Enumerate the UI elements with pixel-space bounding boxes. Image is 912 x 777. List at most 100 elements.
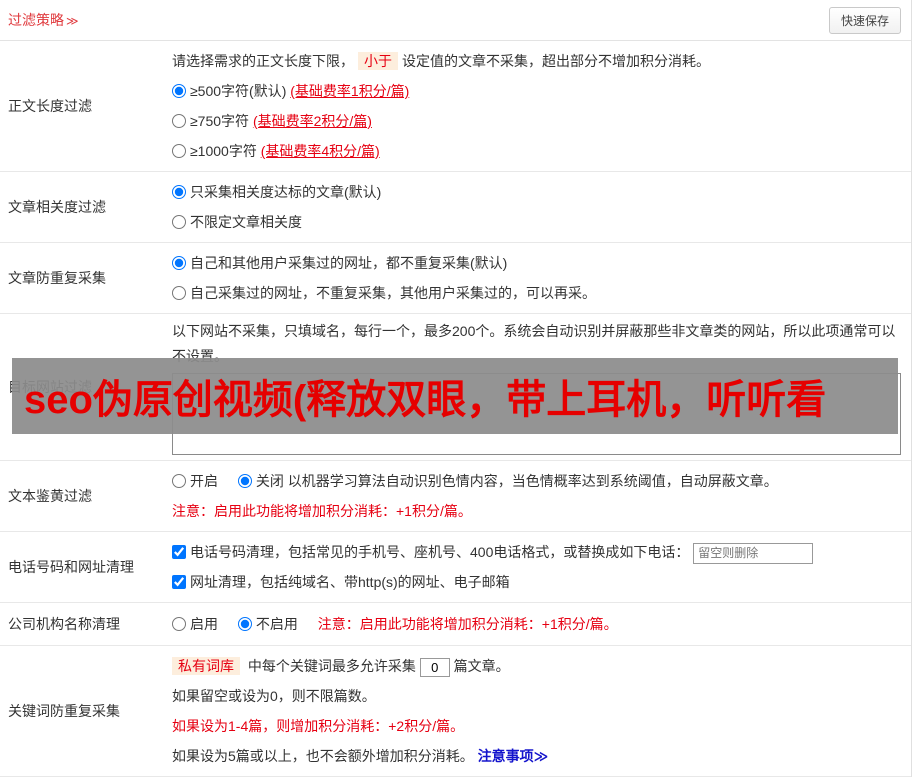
keyword-count-input[interactable] — [419, 657, 450, 677]
url-clean-text: 网址清理，包括纯域名、带http(s)的网址、电子邮箱 — [190, 574, 510, 590]
phone-clean-row: 电话号码清理，包括常见的手机号、座机号、400电话格式，或替换成如下电话： — [172, 537, 901, 567]
keyword-limit-text: 中每个关键词最多允许采集 — [244, 658, 420, 674]
keyword-label: 关键词防重复采集 — [8, 703, 120, 719]
phone-url-content: 电话号码清理，包括常见的手机号、座机号、400电话格式，或替换成如下电话： 网址… — [172, 537, 911, 597]
radio-dedup-global[interactable] — [172, 256, 186, 270]
url-clean-row: 网址清理，包括纯域名、带http(s)的网址、电子邮箱 — [172, 567, 901, 597]
less-than-highlight: 小于 — [358, 52, 398, 70]
company-option-row: 启用 不启用 注意：启用此功能将增加积分消耗：+1积分/篇。 — [172, 609, 901, 639]
row-keyword-dedup: 关键词防重复采集 私有词库 中每个关键词最多允许采集 篇文章。 如果留空或设为0… — [0, 646, 911, 777]
row-relevance: 文章相关度过滤 只采集相关度达标的文章(默认) 不限定文章相关度 — [0, 172, 911, 243]
content-length-option-row: ≥1000字符 (基础费率4积分/篇) — [172, 136, 901, 166]
radio-relevance-any-label: 不限定文章相关度 — [190, 214, 302, 230]
company-note: 注意：启用此功能将增加积分消耗：+1积分/篇。 — [317, 616, 618, 632]
radio-1000-label: ≥1000字符 — [190, 143, 261, 159]
dedup-option-row: 自己采集过的网址，不重复采集，其他用户采集过的，可以再采。 — [172, 278, 901, 308]
chevron-icon: ≫ — [66, 14, 79, 28]
radio-750[interactable] — [172, 114, 186, 128]
porn-filter-note: 注意：启用此功能将增加积分消耗：+1积分/篇。 — [172, 503, 472, 519]
porn-filter-label: 文本鉴黄过滤 — [8, 488, 92, 504]
filter-strategy-page: 过滤策略 ≫ 快速保存 正文长度过滤 请选择需求的正文长度下限， 小于 设定值的文章不… — [0, 0, 911, 777]
checkbox-phone-clean[interactable] — [172, 545, 186, 559]
keyword-content: 私有词库 中每个关键词最多允许采集 篇文章。 如果留空或设为0，则不限篇数。 如… — [172, 651, 911, 771]
keyword-limit-end: 篇文章。 — [449, 658, 510, 674]
row-dedup: 文章防重复采集 自己和其他用户采集过的网址，都不重复采集(默认) 自己采集过的网… — [0, 243, 911, 314]
dedup-content: 自己和其他用户采集过的网址，都不重复采集(默认) 自己采集过的网址，不重复采集，… — [172, 248, 911, 308]
radio-company-on[interactable] — [172, 617, 186, 631]
watermark-text: seo伪原创视频(释放双眼，带上耳机，听听看 — [24, 378, 827, 422]
radio-dedup-self-label: 自己采集过的网址，不重复采集，其他用户采集过的，可以再采。 — [190, 285, 596, 301]
notes-link[interactable]: 注意事项≫ — [478, 748, 549, 764]
radio-750-label: ≥750字符 — [190, 113, 253, 129]
radio-option-500[interactable]: ≥500字符(默认) (基础费率1积分/篇) — [172, 83, 409, 99]
company-label: 公司机构名称清理 — [8, 616, 120, 632]
porn-filter-content: 开启 关闭 以机器学习算法自动识别色情内容，当色情概率达到系统阈值，自动屏蔽文章… — [172, 466, 911, 526]
company-content: 启用 不启用 注意：启用此功能将增加积分消耗：+1积分/篇。 — [172, 609, 911, 639]
page-title-text: 过滤策略 — [8, 12, 64, 28]
radio-option-company-on[interactable]: 启用 — [172, 616, 222, 632]
porn-filter-desc: 以机器学习算法自动识别色情内容，当色情概率达到系统阈值，自动屏蔽文章。 — [287, 473, 778, 489]
relevance-option-row: 只采集相关度达标的文章(默认) — [172, 177, 901, 207]
row-content-length: 正文长度过滤 请选择需求的正文长度下限， 小于 设定值的文章不采集，超出部分不增加积… — [0, 41, 911, 172]
radio-option-750[interactable]: ≥750字符 (基础费率2积分/篇) — [172, 113, 372, 129]
content-length-intro: 请选择需求的正文长度下限， 小于 设定值的文章不采集，超出部分不增加积分消耗。 — [172, 46, 901, 76]
radio-option-1000[interactable]: ≥1000字符 (基础费率4积分/篇) — [172, 143, 380, 159]
radio-porn-off-label: 关闭 — [255, 473, 284, 489]
radio-1000-note: (基础费率4积分/篇) — [260, 143, 380, 159]
private-lexicon-tag: 私有词库 — [172, 657, 240, 675]
radio-relevance-strict-label: 只采集相关度达标的文章(默认) — [190, 184, 382, 200]
watermark-banner: seo伪原创视频(释放双眼，带上耳机，听听看 — [12, 358, 898, 434]
radio-500-note: (基础费率1积分/篇) — [290, 83, 410, 99]
header: 过滤策略 ≫ 快速保存 — [0, 0, 911, 41]
relevance-label: 文章相关度过滤 — [8, 199, 106, 215]
radio-company-off-label: 不启用 — [255, 616, 298, 632]
radio-relevance-any[interactable] — [172, 215, 186, 229]
row-phone-url-clean: 电话号码和网址清理 电话号码清理，包括常见的手机号、座机号、400电话格式，或替… — [0, 532, 911, 603]
radio-company-off[interactable] — [237, 617, 252, 631]
radio-company-on-label: 启用 — [190, 616, 218, 632]
dedup-option-row: 自己和其他用户采集过的网址，都不重复采集(默认) — [172, 248, 901, 278]
intro-post: 设定值的文章不采集，超出部分不增加积分消耗。 — [402, 53, 710, 69]
quick-save-button[interactable]: 快速保存 — [828, 6, 901, 34]
keyword-note-cost: 如果设为1-4篇，则增加积分消耗：+2积分/篇。 — [172, 718, 465, 734]
row-porn-filter: 文本鉴黄过滤 开启 关闭 以机器学习算法自动识别色情内容，当色情概率达到系统阈值… — [0, 461, 911, 532]
checkbox-option-phone-clean[interactable]: 电话号码清理，包括常见的手机号、座机号、400电话格式，或替换成如下电话： — [172, 544, 693, 560]
radio-dedup-self[interactable] — [172, 286, 186, 300]
content-length-content: 请选择需求的正文长度下限， 小于 设定值的文章不采集，超出部分不增加积分消耗。 ≥5… — [172, 46, 911, 166]
checkbox-option-url-clean[interactable]: 网址清理，包括纯域名、带http(s)的网址、电子邮箱 — [172, 574, 510, 590]
relevance-content: 只采集相关度达标的文章(默认) 不限定文章相关度 — [172, 177, 911, 237]
radio-option-dedup-self[interactable]: 自己采集过的网址，不重复采集，其他用户采集过的，可以再采。 — [172, 285, 596, 301]
radio-porn-off[interactable] — [237, 474, 252, 488]
phone-url-label: 电话号码和网址清理 — [8, 559, 134, 575]
content-length-option-row: ≥750字符 (基础费率2积分/篇) — [172, 106, 901, 136]
radio-500-label: ≥500字符(默认) — [190, 83, 291, 99]
radio-750-note: (基础费率2积分/篇) — [252, 113, 372, 129]
content-length-option-row: ≥500字符(默认) (基础费率1积分/篇) — [172, 76, 901, 106]
radio-option-porn-off[interactable]: 关闭 — [237, 473, 288, 489]
radio-porn-on[interactable] — [172, 474, 186, 488]
radio-porn-on-label: 开启 — [190, 473, 218, 489]
phone-clean-text: 电话号码清理，包括常见的手机号、座机号、400电话格式，或替换成如下电话： — [190, 544, 690, 560]
porn-filter-option-row: 开启 关闭 以机器学习算法自动识别色情内容，当色情概率达到系统阈值，自动屏蔽文章… — [172, 466, 901, 496]
radio-option-dedup-global[interactable]: 自己和其他用户采集过的网址，都不重复采集(默认) — [172, 255, 507, 271]
radio-500[interactable] — [172, 84, 186, 98]
keyword-note-free: 如果设为5篇或以上，也不会额外增加积分消耗。 — [172, 748, 478, 764]
phone-replacement-input[interactable] — [693, 542, 814, 564]
keyword-note-unlimited: 如果留空或设为0，则不限篇数。 — [172, 688, 376, 704]
dedup-label: 文章防重复采集 — [8, 270, 106, 286]
row-company-clean: 公司机构名称清理 启用 不启用 注意：启用此功能将增加积分消耗：+1积分/篇。 — [0, 603, 911, 646]
checkbox-url-clean[interactable] — [172, 575, 186, 589]
keyword-note-free-row: 如果设为5篇或以上，也不会额外增加积分消耗。 注意事项≫ — [172, 741, 901, 771]
radio-option-porn-on[interactable]: 开启 — [172, 473, 222, 489]
relevance-option-row: 不限定文章相关度 — [172, 207, 901, 237]
intro-pre: 请选择需求的正文长度下限， — [172, 53, 354, 69]
content-length-label: 正文长度过滤 — [8, 98, 92, 114]
radio-1000[interactable] — [172, 144, 186, 158]
radio-option-company-off[interactable]: 不启用 — [237, 616, 302, 632]
keyword-limit-row: 私有词库 中每个关键词最多允许采集 篇文章。 — [172, 651, 901, 681]
page-title[interactable]: 过滤策略 ≫ — [8, 10, 79, 30]
radio-relevance-strict[interactable] — [172, 185, 186, 199]
radio-option-relevance-strict[interactable]: 只采集相关度达标的文章(默认) — [172, 184, 381, 200]
radio-option-relevance-any[interactable]: 不限定文章相关度 — [172, 214, 302, 230]
radio-dedup-global-label: 自己和其他用户采集过的网址，都不重复采集(默认) — [190, 255, 508, 271]
